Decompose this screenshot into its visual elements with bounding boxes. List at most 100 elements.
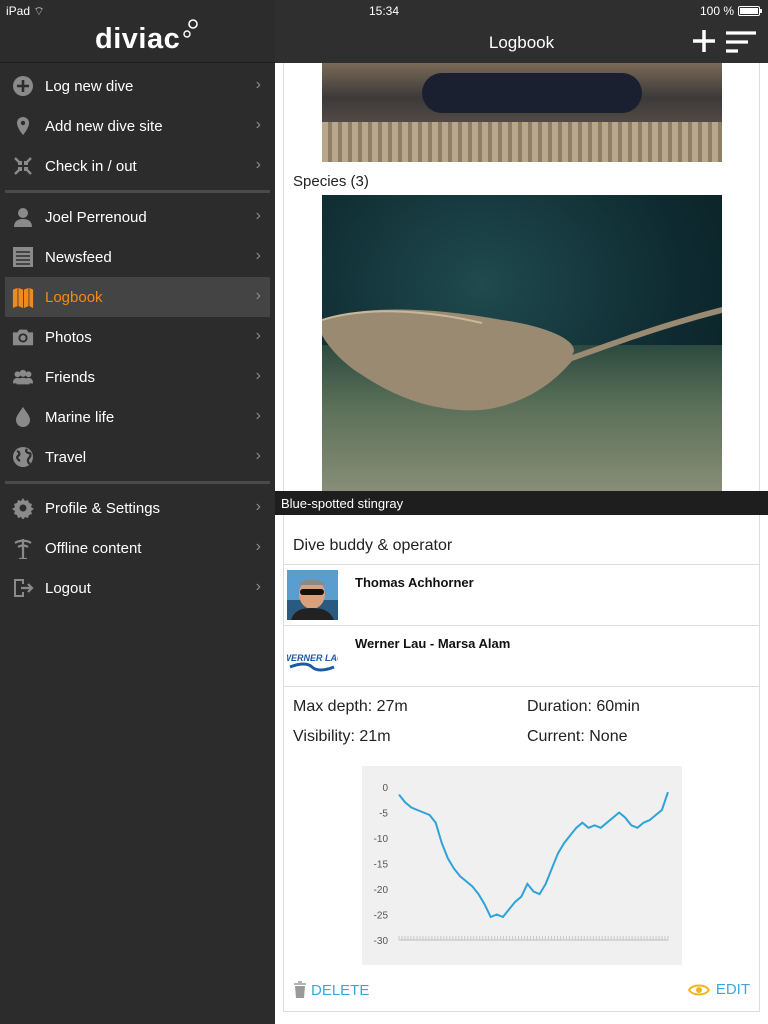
trash-icon [294, 981, 306, 998]
chevron-right-icon: › [255, 498, 261, 515]
species-photo[interactable] [322, 195, 722, 493]
depth-series-line [398, 791, 669, 919]
stingray-shape [322, 307, 722, 411]
sidebar-item-friends[interactable]: Friends › [0, 357, 275, 397]
operator-logo: WERNER LAU [287, 631, 338, 681]
species-caption: Blue-spotted stingray [275, 491, 768, 515]
sidebar-item-profile-user[interactable]: Joel Perrenoud › [0, 197, 275, 237]
sidebar-item-label: Profile & Settings [45, 499, 161, 517]
dive-stats: Max depth: 27m Duration: 60min Visibilit… [283, 686, 760, 766]
location-pin-icon [17, 117, 29, 135]
sidebar-item-marine-life[interactable]: Marine life › [0, 397, 275, 437]
chevron-right-icon: › [255, 538, 261, 555]
sidebar-item-label: Logout [45, 579, 91, 597]
chevron-right-icon: › [255, 116, 261, 133]
dive-photo[interactable] [322, 63, 722, 162]
status-time: 15:34 [368, 4, 400, 18]
chevron-right-icon: › [255, 247, 261, 264]
dive-actions: DELETE EDIT [283, 971, 760, 1011]
globe-icon [13, 447, 33, 467]
logbook-icon [12, 287, 34, 308]
sidebar-item-logout[interactable]: Logout › [0, 568, 275, 608]
buddy-name: Thomas Achhorner [355, 575, 474, 590]
y-tick-label: -25 [374, 911, 389, 922]
buddy-section-title: Dive buddy & operator [293, 537, 453, 554]
sidebar-item-label: Check in / out [45, 157, 137, 175]
y-tick-label: -5 [379, 809, 388, 820]
sidebar-item-label: Friends [45, 368, 96, 386]
battery-icon [738, 6, 762, 16]
sidebar-item-offline-content[interactable]: Offline content › [0, 528, 275, 568]
chevron-right-icon: › [255, 207, 261, 224]
sidebar-item-label: Log new dive [45, 77, 134, 95]
add-dive-button[interactable] [691, 28, 717, 54]
chevron-right-icon: › [255, 367, 261, 384]
chevron-right-icon: › [255, 156, 261, 173]
arrows-collapse-icon [14, 157, 32, 175]
sidebar-item-logbook[interactable]: Logbook › [5, 277, 270, 317]
sidebar-item-label: Offline content [45, 539, 142, 557]
dive-detail: Species (3) Blue-spotted stingray Dive b… [275, 63, 768, 1024]
sidebar-item-profile-settings[interactable]: Profile & Settings › [0, 488, 275, 528]
user-icon [14, 208, 32, 227]
y-tick-label: -10 [374, 834, 389, 845]
sidebar-item-label: Newsfeed [45, 248, 112, 266]
sort-icon[interactable] [725, 31, 757, 53]
logo-bubbles-icon [183, 19, 198, 38]
sidebar-item-photos[interactable]: Photos › [0, 317, 275, 357]
newsfeed-icon [13, 247, 33, 267]
photo-scene [422, 73, 642, 113]
sidebar-item-label: Joel Perrenoud [45, 208, 147, 226]
logout-icon [14, 579, 34, 597]
chevron-right-icon: › [255, 327, 261, 344]
card-bottom-border [283, 1011, 760, 1012]
sidebar-item-label: Add new dive site [45, 117, 163, 135]
y-tick-label: -30 [374, 936, 389, 947]
menu-divider [5, 481, 270, 484]
sidebar: diviac Log new dive › Add new dive site › … [0, 0, 275, 1024]
sidebar-item-log-new-dive[interactable]: Log new dive › [0, 66, 275, 106]
edit-label: EDIT [715, 981, 750, 998]
status-bar: iPad ⌔ 15:34 100 % [0, 0, 768, 22]
sidebar-item-label: Logbook [45, 288, 103, 306]
plus-circle-icon [13, 76, 33, 96]
chevron-right-icon: › [255, 447, 261, 464]
camera-icon [12, 329, 34, 346]
y-tick-label: 0 [382, 783, 388, 794]
operator-name: Werner Lau - Marsa Alam [355, 636, 511, 651]
sidebar-item-label: Photos [45, 328, 92, 346]
chevron-right-icon: › [255, 287, 261, 304]
current-stat: Current: None [527, 728, 628, 745]
sidebar-item-newsfeed[interactable]: Newsfeed › [0, 237, 275, 277]
edit-button[interactable]: EDIT [687, 981, 750, 998]
sidebar-item-check-in-out[interactable]: Check in / out › [0, 146, 275, 186]
sidebar-menu: Log new dive › Add new dive site › Check i… [0, 66, 275, 608]
sidebar-item-label: Travel [45, 448, 87, 466]
y-tick-label: -20 [374, 885, 389, 896]
sidebar-item-travel[interactable]: Travel › [0, 437, 275, 477]
buddy-row[interactable]: Thomas Achhorner [283, 564, 760, 625]
offline-icon [14, 539, 32, 559]
species-heading: Species (3) [293, 173, 369, 190]
dive-profile-chart: 0 -5 -10 -15 -20 -25 -30 [362, 766, 682, 965]
duration-stat: Duration: 60min [527, 698, 640, 715]
chevron-right-icon: › [255, 578, 261, 595]
chevron-right-icon: › [255, 76, 261, 93]
delete-label: DELETE [311, 981, 370, 999]
operator-row[interactable]: WERNER LAU Werner Lau - Marsa Alam [283, 625, 760, 686]
delete-button[interactable]: DELETE [293, 981, 369, 999]
sidebar-item-add-dive-site[interactable]: Add new dive site › [0, 106, 275, 146]
friends-icon [12, 369, 34, 385]
max-depth-stat: Max depth: 27m [293, 698, 408, 715]
eye-icon [687, 984, 710, 995]
gear-icon [12, 498, 34, 519]
menu-divider [5, 190, 270, 193]
photo-floor [322, 122, 722, 162]
droplet-icon [16, 407, 30, 427]
sidebar-item-label: Marine life [45, 408, 115, 426]
dive-profile-svg: 0 -5 -10 -15 -20 -25 -30 [374, 783, 669, 947]
battery-indicator: 100 % [700, 4, 762, 18]
y-tick-label: -15 [374, 860, 389, 871]
svg-text:WERNER LAU: WERNER LAU [287, 653, 338, 663]
app-logo: diviac [95, 23, 181, 55]
